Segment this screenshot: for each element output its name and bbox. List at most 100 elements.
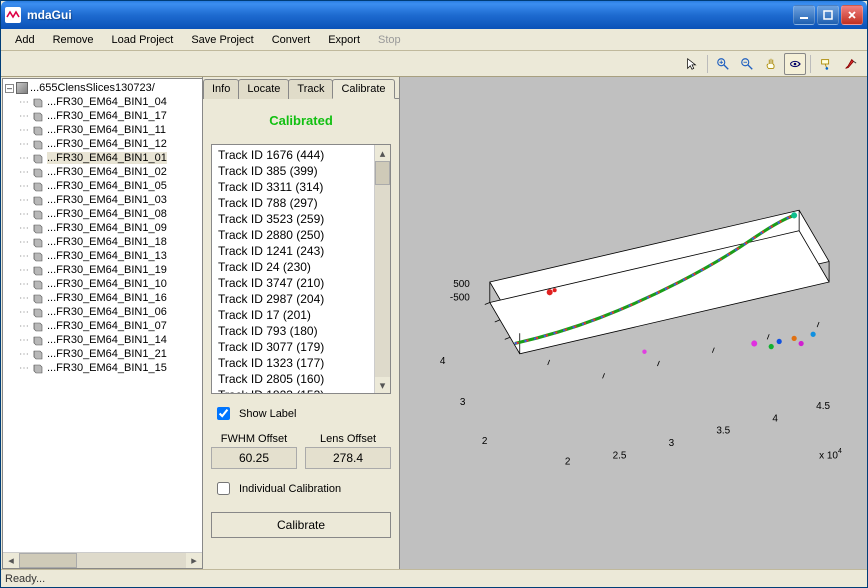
track-list-item[interactable]: Track ID 2805 (160) xyxy=(212,371,374,387)
tree-collapse-icon[interactable]: – xyxy=(5,84,14,93)
tab-calibrate[interactable]: Calibrate xyxy=(332,79,394,99)
track-list-item[interactable]: Track ID 2880 (250) xyxy=(212,227,374,243)
dataset-icon xyxy=(31,334,43,346)
tree-branch-icon: ⋯ xyxy=(19,223,27,234)
lens-offset-field[interactable]: 278.4 xyxy=(305,447,391,469)
track-list-item[interactable]: Track ID 3311 (314) xyxy=(212,179,374,195)
menu-load-project[interactable]: Load Project xyxy=(104,32,182,48)
dataset-icon xyxy=(31,96,43,108)
calibrate-button[interactable]: Calibrate xyxy=(211,512,391,538)
tree-branch-icon: ⋯ xyxy=(19,167,27,178)
track-list-item[interactable]: Track ID 1241 (243) xyxy=(212,243,374,259)
menu-save-project[interactable]: Save Project xyxy=(183,32,261,48)
tree-item[interactable]: ⋯...FR30_EM64_BIN1_19 xyxy=(19,263,202,277)
tree-item[interactable]: ⋯...FR30_EM64_BIN1_06 xyxy=(19,305,202,319)
tree-item[interactable]: ⋯...FR30_EM64_BIN1_16 xyxy=(19,291,202,305)
tree-item[interactable]: ⋯...FR30_EM64_BIN1_03 xyxy=(19,193,202,207)
individual-calibration-input[interactable] xyxy=(217,482,230,495)
tree-branch-icon: ⋯ xyxy=(19,349,27,360)
tree-branch-icon: ⋯ xyxy=(19,97,27,108)
brush-icon[interactable] xyxy=(839,53,861,75)
scrollbar-track[interactable] xyxy=(19,553,186,568)
pointer-tool-icon[interactable] xyxy=(681,53,703,75)
track-list-item[interactable]: Track ID 385 (399) xyxy=(212,163,374,179)
show-label-checkbox[interactable]: Show Label xyxy=(211,400,391,427)
tree-item[interactable]: ⋯...FR30_EM64_BIN1_07 xyxy=(19,319,202,333)
tree-item[interactable]: ⋯...FR30_EM64_BIN1_17 xyxy=(19,109,202,123)
tree-item[interactable]: ⋯...FR30_EM64_BIN1_15 xyxy=(19,361,202,375)
track-list[interactable]: Track ID 1676 (444)Track ID 385 (399)Tra… xyxy=(211,144,391,394)
tree-item[interactable]: ⋯...FR30_EM64_BIN1_13 xyxy=(19,249,202,263)
scroll-down-icon[interactable]: ▾ xyxy=(375,377,390,393)
project-tree-pane: – ...655ClensSlices130723/ ⋯...FR30_EM64… xyxy=(2,78,202,569)
track-list-item[interactable]: Track ID 3523 (259) xyxy=(212,211,374,227)
track-list-item[interactable]: Track ID 3747 (210) xyxy=(212,275,374,291)
plot-x-tick: 3 xyxy=(669,438,675,449)
track-list-item[interactable]: Track ID 3077 (179) xyxy=(212,339,374,355)
menu-convert[interactable]: Convert xyxy=(264,32,319,48)
project-tree[interactable]: – ...655ClensSlices130723/ ⋯...FR30_EM64… xyxy=(3,79,202,552)
tree-item-label: ...FR30_EM64_BIN1_01 xyxy=(47,152,167,164)
track-list-item[interactable]: Track ID 1823 (153) xyxy=(212,387,374,393)
tree-root[interactable]: – ...655ClensSlices130723/ xyxy=(5,81,202,95)
scroll-up-icon[interactable]: ▴ xyxy=(375,145,390,161)
minimize-button[interactable] xyxy=(793,5,815,25)
plot-3d-canvas[interactable]: 500 -500 2 3 4 2 2.5 3 3.5 4 4.5 x 104 xyxy=(400,77,867,569)
track-list-item[interactable]: Track ID 788 (297) xyxy=(212,195,374,211)
tree-item[interactable]: ⋯...FR30_EM64_BIN1_21 xyxy=(19,347,202,361)
titlebar[interactable]: mdaGui xyxy=(1,1,867,29)
scroll-right-icon[interactable]: ▸ xyxy=(186,553,202,568)
scrollbar-thumb[interactable] xyxy=(19,553,77,568)
scrollbar-track[interactable] xyxy=(375,161,390,377)
tab-info[interactable]: Info xyxy=(203,79,239,99)
datatip-icon[interactable] xyxy=(815,53,837,75)
tree-item[interactable]: ⋯...FR30_EM64_BIN1_09 xyxy=(19,221,202,235)
show-label-input[interactable] xyxy=(217,407,230,420)
rotate3d-icon[interactable] xyxy=(784,53,806,75)
tree-item[interactable]: ⋯...FR30_EM64_BIN1_10 xyxy=(19,277,202,291)
track-list-item[interactable]: Track ID 1676 (444) xyxy=(212,147,374,163)
track-list-item[interactable]: Track ID 24 (230) xyxy=(212,259,374,275)
zoom-in-icon[interactable] xyxy=(712,53,734,75)
tree-item[interactable]: ⋯...FR30_EM64_BIN1_08 xyxy=(19,207,202,221)
scrollbar-thumb[interactable] xyxy=(375,161,390,185)
track-list-item[interactable]: Track ID 17 (201) xyxy=(212,307,374,323)
tree-branch-icon: ⋯ xyxy=(19,321,27,332)
tree-branch-icon: ⋯ xyxy=(19,363,27,374)
tree-branch-icon: ⋯ xyxy=(19,195,27,206)
series-cluster-right xyxy=(751,332,815,350)
menu-remove[interactable]: Remove xyxy=(45,32,102,48)
tree-item[interactable]: ⋯...FR30_EM64_BIN1_04 xyxy=(19,95,202,109)
tree-item[interactable]: ⋯...FR30_EM64_BIN1_05 xyxy=(19,179,202,193)
tab-locate[interactable]: Locate xyxy=(238,79,289,99)
tree-item[interactable]: ⋯...FR30_EM64_BIN1_11 xyxy=(19,123,202,137)
pan-icon[interactable] xyxy=(760,53,782,75)
tree-item[interactable]: ⋯...FR30_EM64_BIN1_12 xyxy=(19,137,202,151)
individual-calibration-checkbox[interactable]: Individual Calibration xyxy=(211,475,391,502)
track-list-item[interactable]: Track ID 793 (180) xyxy=(212,323,374,339)
tree-item[interactable]: ⋯...FR30_EM64_BIN1_14 xyxy=(19,333,202,347)
menu-export[interactable]: Export xyxy=(320,32,368,48)
plot-x-tick: 2.5 xyxy=(613,450,627,461)
maximize-button[interactable] xyxy=(817,5,839,25)
tree-branch-icon: ⋯ xyxy=(19,125,27,136)
scroll-left-icon[interactable]: ◂ xyxy=(3,553,19,568)
tree-item-label: ...FR30_EM64_BIN1_06 xyxy=(47,306,167,318)
plot-3d[interactable]: 500 -500 2 3 4 2 2.5 3 3.5 4 4.5 x 104 xyxy=(400,77,867,569)
close-button[interactable] xyxy=(841,5,863,25)
plot-y-tick: 2 xyxy=(482,436,488,447)
tree-horizontal-scrollbar[interactable]: ◂ ▸ xyxy=(3,552,202,568)
tree-branch-icon: ⋯ xyxy=(19,181,27,192)
track-vertical-scrollbar[interactable]: ▴ ▾ xyxy=(374,145,390,393)
fwhm-offset-field[interactable]: 60.25 xyxy=(211,447,297,469)
tree-item-label: ...FR30_EM64_BIN1_02 xyxy=(47,166,167,178)
tree-item[interactable]: ⋯...FR30_EM64_BIN1_18 xyxy=(19,235,202,249)
tree-item[interactable]: ⋯ ...FR30_EM64_BIN1_02 xyxy=(19,165,202,179)
tab-track[interactable]: Track xyxy=(288,79,333,99)
menu-add[interactable]: Add xyxy=(7,32,43,48)
tree-item[interactable]: ⋯...FR30_EM64_BIN1_01 xyxy=(19,151,202,165)
track-list-item[interactable]: Track ID 1323 (177) xyxy=(212,355,374,371)
zoom-out-icon[interactable] xyxy=(736,53,758,75)
track-list-item[interactable]: Track ID 2987 (204) xyxy=(212,291,374,307)
show-label-text: Show Label xyxy=(239,408,297,420)
